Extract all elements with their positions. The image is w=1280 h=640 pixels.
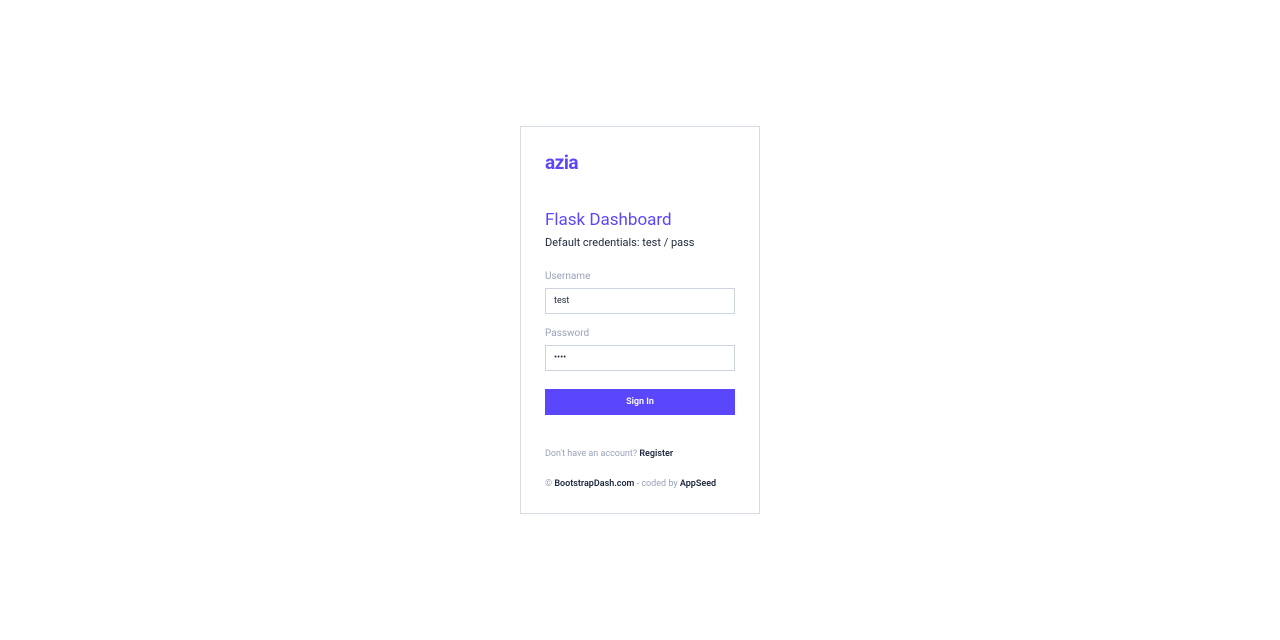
password-label: Password: [545, 328, 735, 339]
signin-card: azia Flask Dashboard Default credentials…: [520, 126, 760, 514]
username-label: Username: [545, 271, 735, 282]
subtitle: Default credentials: test / pass: [545, 236, 735, 249]
register-link[interactable]: Register: [639, 449, 673, 459]
credits-middle: - coded by: [634, 479, 679, 489]
username-input[interactable]: [545, 288, 735, 314]
credits: © BootstrapDash.com - coded by AppSeed: [545, 479, 735, 489]
register-prompt: Don't have an account? Register: [545, 449, 735, 459]
vendor-link[interactable]: BootstrapDash.com: [554, 479, 634, 489]
password-group: Password: [545, 328, 735, 371]
logo: azia: [545, 151, 735, 174]
password-input[interactable]: [545, 345, 735, 371]
page-title: Flask Dashboard: [545, 210, 735, 230]
author-link[interactable]: AppSeed: [680, 479, 716, 489]
register-prompt-text: Don't have an account?: [545, 449, 639, 459]
copyright-symbol: ©: [545, 479, 554, 489]
signin-button[interactable]: Sign In: [545, 389, 735, 415]
username-group: Username: [545, 271, 735, 314]
